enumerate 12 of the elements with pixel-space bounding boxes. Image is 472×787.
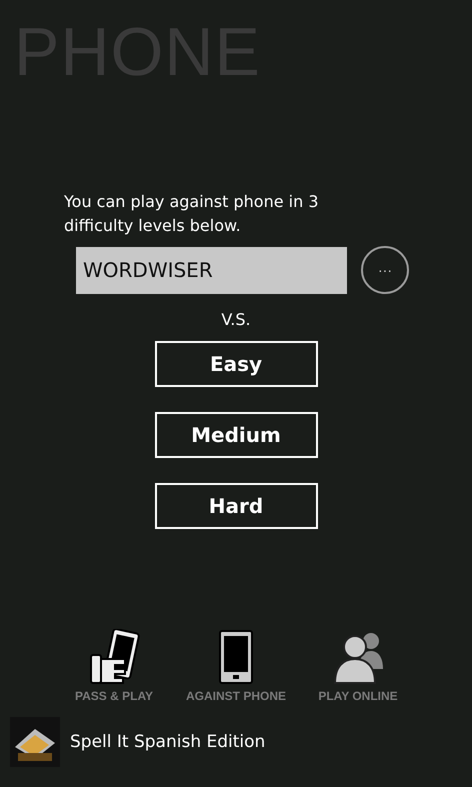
app-name: Spell It Spanish Edition xyxy=(70,732,266,752)
description-text: You can play against phone in 3 difficulty levels below. xyxy=(64,191,320,237)
app-logo xyxy=(10,717,60,767)
more-button[interactable]: ··· xyxy=(361,246,409,294)
player-name-field[interactable]: WORDWISER xyxy=(76,246,347,294)
mode-button[interactable]: PLAY ONLINE xyxy=(304,629,412,703)
difficulty-button[interactable]: Hard xyxy=(154,483,318,529)
difficulty-button[interactable]: Medium xyxy=(154,412,318,458)
difficulty-button[interactable]: Easy xyxy=(154,341,318,387)
mode-button[interactable]: PASS & PLAY xyxy=(60,629,168,703)
mode-button[interactable]: AGAINST PHONE xyxy=(182,629,290,703)
versus-label: V.S. xyxy=(221,310,251,329)
